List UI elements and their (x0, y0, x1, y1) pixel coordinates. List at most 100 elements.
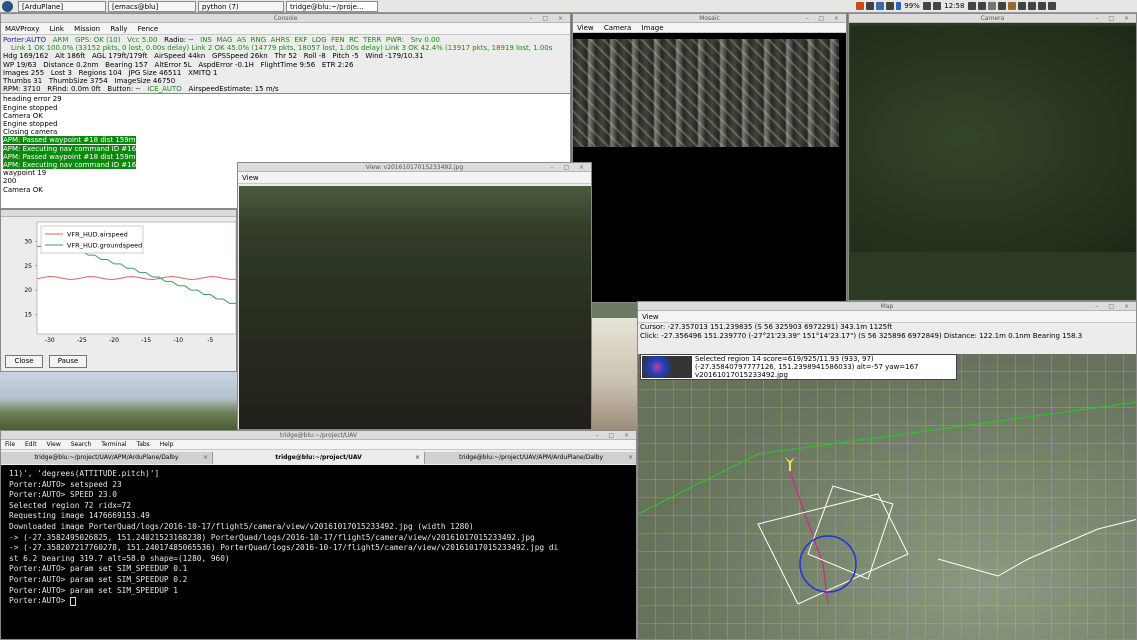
menu-edit[interactable]: Edit (25, 441, 37, 448)
status-thumbs: Thumbs 31 (3, 77, 43, 86)
task-label: tridge@blu:~/proje... (290, 3, 364, 11)
app-icon[interactable] (876, 2, 884, 10)
selected-region-circle[interactable] (799, 535, 857, 593)
y-tick-label: 30 (24, 238, 32, 245)
status-terr: TERR (362, 36, 382, 44)
log-line-text: APM: Passed waypoint #18 dist 159m (3, 136, 136, 145)
image-view-window: View: v20161017015233492.jpg – □ × View (237, 162, 592, 430)
menu-view[interactable]: View (47, 441, 61, 448)
log-line: heading error 29 (1, 95, 570, 103)
camera-footprint (807, 485, 894, 580)
app-icon[interactable] (1007, 2, 1016, 10)
status-alt: Alt 186ft (55, 52, 86, 61)
app-icon[interactable] (987, 2, 996, 10)
status-rfind: RFind: 0.0m 0ft (47, 85, 101, 94)
lock-icon[interactable] (997, 2, 1006, 10)
close-icon[interactable]: × (415, 452, 420, 464)
menu-icon[interactable] (2, 1, 13, 12)
menu-view[interactable]: View (642, 313, 659, 321)
x-tick-label: -10 (173, 337, 183, 344)
status-gps: GPS: OK (10) (75, 36, 121, 44)
menu-rally[interactable]: Rally (110, 25, 127, 33)
status-airspeed-estimate: AirspeedEstimate: 15 m/s (188, 85, 279, 94)
log-line-text: 200 (3, 177, 17, 186)
legend-airspeed: VFR_HUD.airspeed (67, 231, 128, 239)
app-icon[interactable] (967, 2, 976, 10)
menu-help[interactable]: Help (160, 441, 174, 448)
menu-mission[interactable]: Mission (74, 25, 100, 33)
camera-image (851, 26, 1136, 252)
status-pitch: Pitch -5 (332, 52, 359, 61)
status-etr: ETR 2:26 (321, 60, 354, 69)
tab-dalby-2[interactable]: tridge@blu:~/project/UAV/APM/ArduPlane/D… (425, 452, 636, 464)
menu-camera[interactable]: Camera (604, 24, 631, 32)
task-arduplane[interactable]: [ArduPlane] (18, 1, 106, 12)
app-icon[interactable] (1017, 2, 1026, 10)
map-overlay (638, 401, 1136, 605)
menu-view[interactable]: View (577, 24, 594, 32)
tab-uav[interactable]: tridge@blu:~/project/UAV × (213, 452, 425, 464)
geofence-line (638, 401, 1136, 515)
status-pwr: PWR: (385, 36, 404, 44)
map-menubar: View (638, 311, 1136, 323)
status-fen: FEN (330, 36, 345, 44)
volume-icon[interactable] (933, 2, 942, 10)
terminal-line: Requesting image 1476669153.49 (9, 511, 150, 521)
status-lost: Lost 3 (50, 68, 72, 77)
menu-terminal[interactable]: Terminal (101, 441, 126, 448)
mosaic-thumbnails[interactable] (573, 39, 839, 147)
region-info-line: (-27.35840797777126, 151.2398941586033) … (695, 363, 919, 371)
close-icon[interactable]: × (203, 452, 208, 464)
app-icon[interactable] (866, 2, 874, 10)
terminal-line: 11)', 'degrees(ATTITUDE.pitch)'] (9, 469, 160, 478)
status-srv: Srv 0.00 (410, 36, 440, 44)
task-emacs[interactable]: [emacs@blu] (108, 1, 196, 12)
battery-icon[interactable] (896, 2, 901, 10)
task-python[interactable]: python (7) (198, 1, 284, 12)
graph-title-bar (1, 210, 236, 217)
task-terminal[interactable]: tridge@blu:~/proje... (286, 1, 378, 12)
aircraft-icon[interactable] (785, 457, 795, 471)
app-icon[interactable] (1027, 2, 1036, 10)
app-icon[interactable] (1037, 2, 1046, 10)
app-icon[interactable] (977, 2, 986, 10)
status-row: Images 255 Lost 3 Regions 104 JPG Size 4… (1, 69, 570, 77)
status-agl: AGL 179ft/179ft (92, 52, 148, 61)
status-arm: ARM (52, 36, 69, 44)
clock[interactable]: 12:58 (944, 2, 964, 10)
link-status: Link 1 OK 100.0% (33152 pkts, 0 lost, 0.… (11, 44, 553, 53)
menu-fence[interactable]: Fence (138, 25, 159, 33)
close-icon[interactable]: × (628, 452, 633, 464)
app-icon[interactable] (1047, 2, 1056, 10)
terminal-output[interactable]: 11)', 'degrees(ATTITUDE.pitch)'] Porter:A… (1, 465, 636, 639)
menu-tabs[interactable]: Tabs (137, 441, 150, 448)
app-icon[interactable] (886, 2, 894, 10)
menu-mavproxy[interactable]: MAVProxy (5, 25, 39, 33)
menu-file[interactable]: File (5, 441, 15, 448)
menu-image[interactable]: Image (642, 24, 664, 32)
menu-link[interactable]: Link (50, 25, 64, 33)
close-button[interactable]: Close (5, 355, 43, 368)
status-thr: Thr 52 (274, 52, 298, 61)
tab-dalby-1[interactable]: tridge@blu:~/project/UAV/APM/ArduPlane/D… (1, 452, 213, 464)
status-ice: ICE_AUTO (147, 85, 182, 94)
log-line: Engine stopped (1, 120, 570, 128)
camera-window: Camera – □ × (848, 13, 1137, 301)
menu-search[interactable]: Search (71, 441, 92, 448)
terminal-title: tridge@blu:~/project/UAV – □ × (1, 431, 636, 440)
console-title: Console – □ × (1, 14, 570, 23)
region-info-line: Selected region 14 score=619/925/11.93 (… (695, 355, 874, 363)
status-flighttime: FlightTime 9:56 (260, 60, 316, 69)
status-ins: INS (200, 36, 212, 44)
network-icon[interactable] (923, 2, 932, 10)
status-images: Images 255 (3, 68, 45, 77)
pause-button[interactable]: Pause (49, 355, 87, 368)
app-icon[interactable] (856, 2, 864, 10)
status-button: Button: -- (107, 85, 141, 94)
log-line-text: APM: Executing nav command ID #16 (3, 161, 137, 170)
menu-view[interactable]: View (242, 174, 259, 182)
log-line: Camera OK (1, 112, 570, 120)
camera-footprint (757, 493, 909, 605)
terminal-line: Porter:AUTO> param set SIM_SPEEDUP 0.1 (9, 564, 188, 574)
console-menubar: MAVProxy Link Mission Rally Fence (1, 23, 570, 35)
